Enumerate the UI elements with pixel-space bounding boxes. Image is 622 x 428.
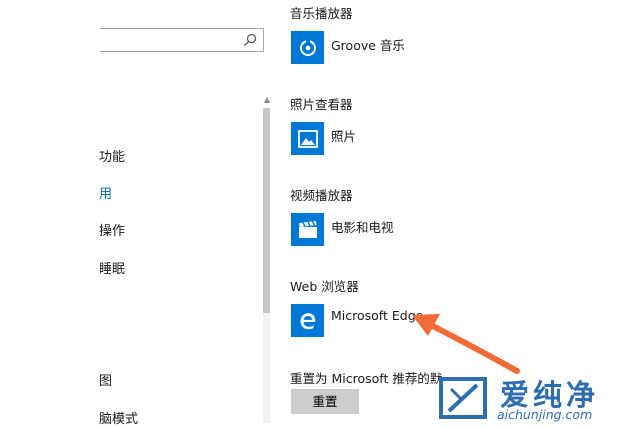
movies-tv-tile[interactable] (291, 213, 324, 246)
nav-item-tablet-mode[interactable]: 脑模式 (99, 408, 138, 427)
scroll-up-arrow-icon[interactable]: ▲ (263, 96, 271, 104)
nav-item-features[interactable]: 功能 (99, 146, 125, 165)
app-name-movies-tv[interactable]: 电影和电视 (331, 217, 394, 236)
photos-icon (297, 129, 318, 148)
nav-item-actions[interactable]: 操作 (99, 220, 125, 239)
section-title-photo-viewer: 照片查看器 (290, 97, 353, 112)
nav-item-maps[interactable]: 图 (99, 370, 112, 389)
search-icon (244, 33, 257, 46)
nav-item-sleep[interactable]: 睡眠 (99, 258, 125, 277)
section-title-web-browser: Web 浏览器 (290, 279, 359, 294)
scrollbar-track[interactable] (263, 313, 270, 423)
section-title-music-player: 音乐播放器 (290, 6, 353, 21)
nav-item-default-apps[interactable]: 用 (99, 183, 112, 202)
microsoft-edge-tile[interactable] (291, 304, 324, 337)
reset-button[interactable]: 重置 (291, 389, 359, 414)
watermark-logo-icon (439, 377, 487, 419)
section-title-video-player: 视频播放器 (290, 188, 353, 203)
reset-label: 重置为 Microsoft 推荐的默 (290, 371, 443, 386)
movies-tv-icon (298, 220, 317, 238)
app-name-photos[interactable]: 照片 (331, 126, 356, 145)
scrollbar-thumb[interactable] (263, 108, 270, 313)
watermark-url: aichunjing.com (497, 407, 593, 422)
app-name-edge[interactable]: Microsoft Edge (331, 308, 423, 323)
edge-icon (300, 312, 315, 329)
app-name-groove[interactable]: Groove 音乐 (331, 35, 405, 54)
search-input[interactable] (100, 28, 264, 52)
groove-music-icon (299, 38, 316, 56)
photos-tile[interactable] (291, 122, 324, 155)
groove-music-tile[interactable] (291, 31, 324, 64)
